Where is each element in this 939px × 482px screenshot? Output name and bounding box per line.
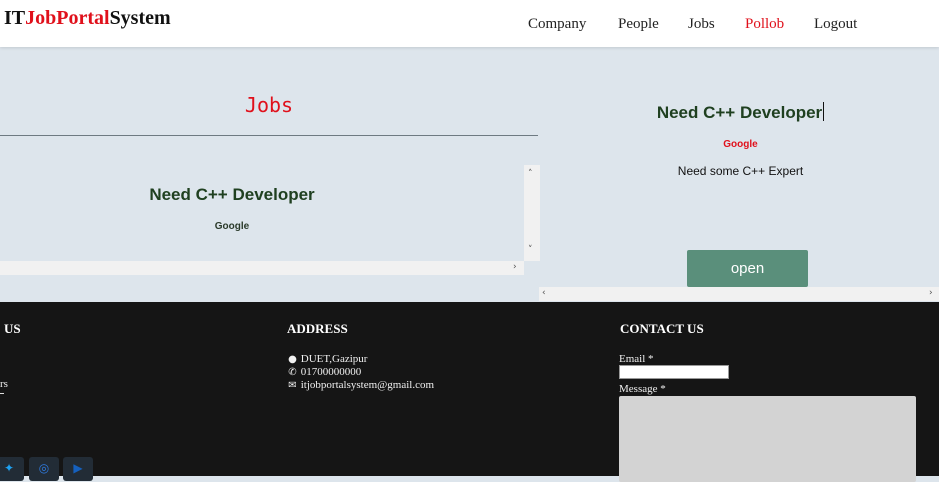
address-line-email: ✉ itjobportalsystem@gmail.com (287, 379, 434, 391)
jobs-list-vertical-scrollbar[interactable]: ˄ ˅ (524, 165, 540, 261)
job-detail-title-text: Need C++ Developer (656, 103, 823, 122)
instagram-icon: ◎ (38, 461, 50, 475)
scroll-right-arrow-icon[interactable]: › (929, 288, 933, 298)
message-field[interactable] (619, 396, 916, 482)
address-line-phone: ✆ 01700000000 (287, 366, 361, 378)
main-content: Jobs Need C++ Developer Google ˄ ˅ › Nee… (0, 47, 939, 302)
envelope-icon: ✉ (288, 380, 297, 391)
footer: US rs ADDRESS ● DUET,Gazipur ✆ 017000000… (0, 302, 939, 482)
jobs-heading: Jobs (244, 93, 294, 117)
job-detail-description: Need some C++ Expert (677, 164, 804, 178)
top-navbar: ITJobPortalSystem Company People Jobs Po… (0, 0, 939, 47)
address-phone-text: 01700000000 (300, 366, 362, 378)
scroll-right-arrow-icon[interactable]: › (513, 262, 517, 272)
nav-people[interactable]: People (618, 16, 659, 33)
youtube-icon: ▶ (73, 461, 83, 475)
job-card[interactable]: Need C++ Developer Google (0, 165, 524, 261)
scroll-left-arrow-icon[interactable]: ‹ (542, 288, 546, 298)
job-detail-title: Need C++ Developer (542, 102, 939, 123)
email-label: Email * (619, 353, 654, 365)
job-card-company: Google (214, 221, 250, 232)
brand-part-it: IT (4, 7, 26, 29)
jobs-list[interactable]: Need C++ Developer Google ˄ ˅ › (0, 165, 540, 277)
address-email-text: itjobportalsystem@gmail.com (300, 379, 435, 391)
brand-part-system: System (109, 7, 171, 29)
nav-jobs[interactable]: Jobs (688, 16, 715, 33)
jobs-list-horizontal-scrollbar[interactable]: › (0, 261, 524, 275)
footer-about-heading: US (4, 321, 21, 336)
message-label: Message * (619, 383, 666, 395)
detail-horizontal-scrollbar[interactable]: ‹ › (539, 287, 939, 301)
scroll-down-arrow-icon[interactable]: ˅ (528, 245, 533, 255)
instagram-button[interactable]: ◎ (29, 457, 59, 481)
jobs-divider (0, 135, 538, 136)
scroll-up-arrow-icon[interactable]: ˄ (528, 169, 533, 179)
footer-address-heading: ADDRESS (287, 321, 348, 336)
map-marker-icon: ● (288, 354, 297, 365)
nav-logout[interactable]: Logout (814, 16, 857, 33)
job-card-title: Need C++ Developer (149, 185, 315, 204)
twitter-button[interactable]: ✦ (0, 457, 24, 481)
brand-part-jobportal: JobPortal (25, 7, 110, 29)
address-line-location: ● DUET,Gazipur (287, 353, 367, 365)
address-location-text: DUET,Gazipur (300, 353, 368, 365)
footer-about-link-fragment[interactable]: rs (0, 378, 8, 390)
text-cursor (823, 102, 825, 121)
email-field[interactable] (619, 365, 729, 379)
nav-company[interactable]: Company (528, 16, 586, 33)
nav-pollob[interactable]: Pollob (745, 16, 784, 33)
job-detail-company: Google (723, 139, 758, 150)
phone-icon: ✆ (288, 367, 297, 378)
footer-about-underline (0, 393, 4, 394)
open-button[interactable]: open (687, 250, 808, 287)
footer-contact-heading: CONTACT US (620, 321, 704, 336)
twitter-icon: ✦ (3, 461, 15, 475)
youtube-button[interactable]: ▶ (63, 457, 93, 481)
brand-logo[interactable]: ITJobPortalSystem (4, 7, 171, 30)
